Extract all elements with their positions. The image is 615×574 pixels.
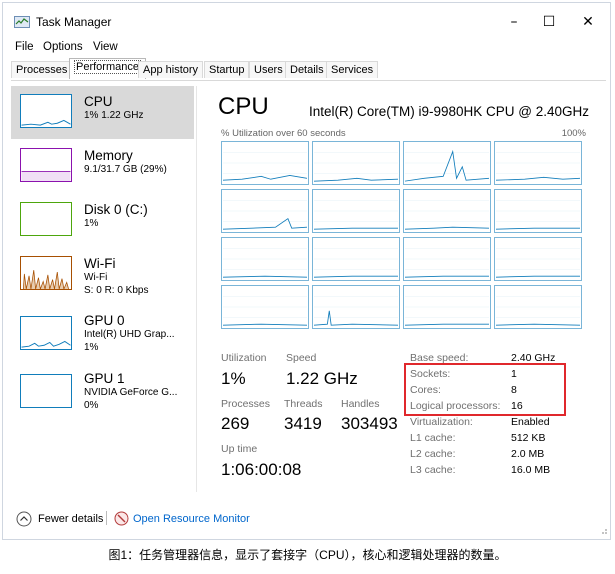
logical-processor-graph-9 [221, 237, 309, 281]
logical-processor-graph-7 [403, 189, 491, 233]
close-button[interactable]: ✕ [574, 11, 602, 33]
chevron-up-icon[interactable] [16, 511, 32, 527]
tab-details[interactable]: Details [285, 61, 329, 78]
tab-strip: Processes Performance App history Startu… [11, 58, 606, 81]
menu-view[interactable]: View [93, 41, 118, 53]
tab-services[interactable]: Services [326, 61, 379, 78]
sidebar-item-detail: 9.1/31.7 GB (29%) [84, 164, 167, 175]
speed-value: 1.22 GHz [286, 369, 358, 388]
performance-sidebar: CPU 1% 1.22 GHz Memory 9.1/31.7 GB (29%)… [11, 86, 194, 416]
sidebar-item-detail: Intel(R) UHD Grap... [84, 329, 175, 340]
sidebar-item-memory[interactable]: Memory 9.1/31.7 GB (29%) [11, 140, 194, 194]
sidebar-item-detail-2: S: 0 R: 0 Kbps [84, 285, 149, 296]
sidebar-item-label: GPU 0 [84, 313, 125, 328]
sidebar-item-label: Disk 0 (C:) [84, 202, 148, 217]
logical-processor-graph-1 [221, 141, 309, 185]
sidebar-item-detail-2: 0% [84, 400, 99, 411]
handles-label: Handles [341, 398, 380, 410]
cpu-thumbnail-graph [20, 94, 72, 128]
sidebar-item-detail-2: 1% [84, 342, 99, 353]
highlight-box [404, 363, 566, 416]
footer-divider [106, 511, 107, 525]
logical-processor-graphs [221, 141, 585, 329]
sidebar-item-gpu1[interactable]: GPU 1 NVIDIA GeForce G... 0% [11, 368, 194, 422]
footer-bar: Fewer details Open Resource Monitor [0, 510, 615, 534]
utilization-graph-label: % Utilization over 60 seconds [221, 128, 346, 139]
logical-processor-graph-11 [403, 237, 491, 281]
cpu-heading: CPU [218, 93, 269, 120]
logical-processor-graph-5 [221, 189, 309, 233]
logical-processor-graph-10 [312, 237, 400, 281]
sidebar-item-gpu0[interactable]: GPU 0 Intel(R) UHD Grap... 1% [11, 310, 194, 364]
logical-processor-graph-4 [494, 141, 582, 185]
utilization-label: Utilization [221, 352, 267, 364]
logical-processor-graph-15 [403, 285, 491, 329]
utilization-value: 1% [221, 369, 246, 388]
logical-processor-graph-6 [312, 189, 400, 233]
info-value: 2.0 MB [511, 448, 545, 460]
logical-processor-graph-16 [494, 285, 582, 329]
tab-performance-label: Performance [74, 60, 141, 74]
sidebar-item-label: Memory [84, 148, 133, 163]
logical-processor-graph-3 [403, 141, 491, 185]
info-value: 16.0 MB [511, 464, 551, 476]
sidebar-item-cpu[interactable]: CPU 1% 1.22 GHz [11, 86, 194, 139]
info-value: Enabled [511, 416, 550, 428]
sidebar-item-label: Wi-Fi [84, 256, 116, 271]
menu-file[interactable]: File [15, 41, 34, 53]
logical-processor-graph-2 [312, 141, 400, 185]
processes-label: Processes [221, 398, 271, 410]
window-title: Task Manager [36, 15, 112, 29]
tab-users[interactable]: Users [249, 61, 288, 78]
threads-value: 3419 [284, 414, 322, 433]
tab-performance[interactable]: Performance [69, 58, 146, 79]
logical-processor-graph-13 [221, 285, 309, 329]
info-label: Virtualization: [410, 416, 473, 428]
sidebar-item-label: GPU 1 [84, 371, 125, 386]
logical-processor-graph-14 [312, 285, 400, 329]
uptime-value: 1:06:00:08 [221, 460, 302, 479]
info-label: L2 cache: [410, 448, 456, 460]
sidebar-item-detail: Wi-Fi [84, 272, 108, 283]
gpu1-thumbnail-graph [20, 374, 72, 408]
sidebar-item-detail: NVIDIA GeForce G... [84, 387, 178, 398]
open-resource-monitor-link[interactable]: Open Resource Monitor [133, 513, 250, 525]
disk-thumbnail-graph [20, 202, 72, 236]
memory-thumbnail-graph [20, 148, 72, 182]
info-value: 512 KB [511, 432, 546, 444]
tab-app-history[interactable]: App history [138, 61, 204, 78]
wifi-thumbnail-graph [20, 256, 72, 290]
processes-value: 269 [221, 414, 250, 433]
fewer-details-link[interactable]: Fewer details [38, 513, 103, 525]
task-manager-icon [14, 16, 30, 28]
title-bar: Task Manager – ☐ ✕ [3, 3, 610, 39]
tab-startup[interactable]: Startup [204, 61, 250, 78]
logical-processor-graph-8 [494, 189, 582, 233]
logical-processor-graph-12 [494, 237, 582, 281]
menu-bar: File Options View [3, 39, 610, 59]
threads-label: Threads [284, 398, 323, 410]
utilization-graph-max: 100% [561, 128, 586, 139]
sidebar-item-wifi[interactable]: Wi-Fi Wi-Fi S: 0 R: 0 Kbps [11, 248, 194, 302]
cpu-model-name: Intel(R) Core(TM) i9-9980HK CPU @ 2.40GH… [308, 104, 589, 119]
tab-processes[interactable]: Processes [11, 61, 73, 78]
sidebar-item-detail: 1% [84, 218, 99, 229]
maximize-button[interactable]: ☐ [535, 11, 563, 33]
speed-label: Speed [286, 352, 317, 364]
resize-grip-icon[interactable] [600, 527, 608, 535]
gpu0-thumbnail-graph [20, 316, 72, 350]
sidebar-item-disk[interactable]: Disk 0 (C:) 1% [11, 194, 194, 248]
uptime-label: Up time [221, 443, 258, 455]
figure-caption: 图1：任务管理器信息，显示了套接字（CPU），核心和逻辑处理器的数量。 [108, 548, 507, 562]
sidebar-item-label: CPU [84, 94, 113, 109]
minimize-button[interactable]: – [500, 11, 528, 33]
sidebar-item-detail: 1% 1.22 GHz [84, 110, 144, 121]
sidebar-divider [196, 86, 197, 492]
menu-options[interactable]: Options [43, 41, 83, 53]
resource-monitor-icon [114, 511, 129, 526]
info-label: L1 cache: [410, 432, 456, 444]
handles-value: 303493 [341, 414, 398, 433]
info-label: L3 cache: [410, 464, 456, 476]
